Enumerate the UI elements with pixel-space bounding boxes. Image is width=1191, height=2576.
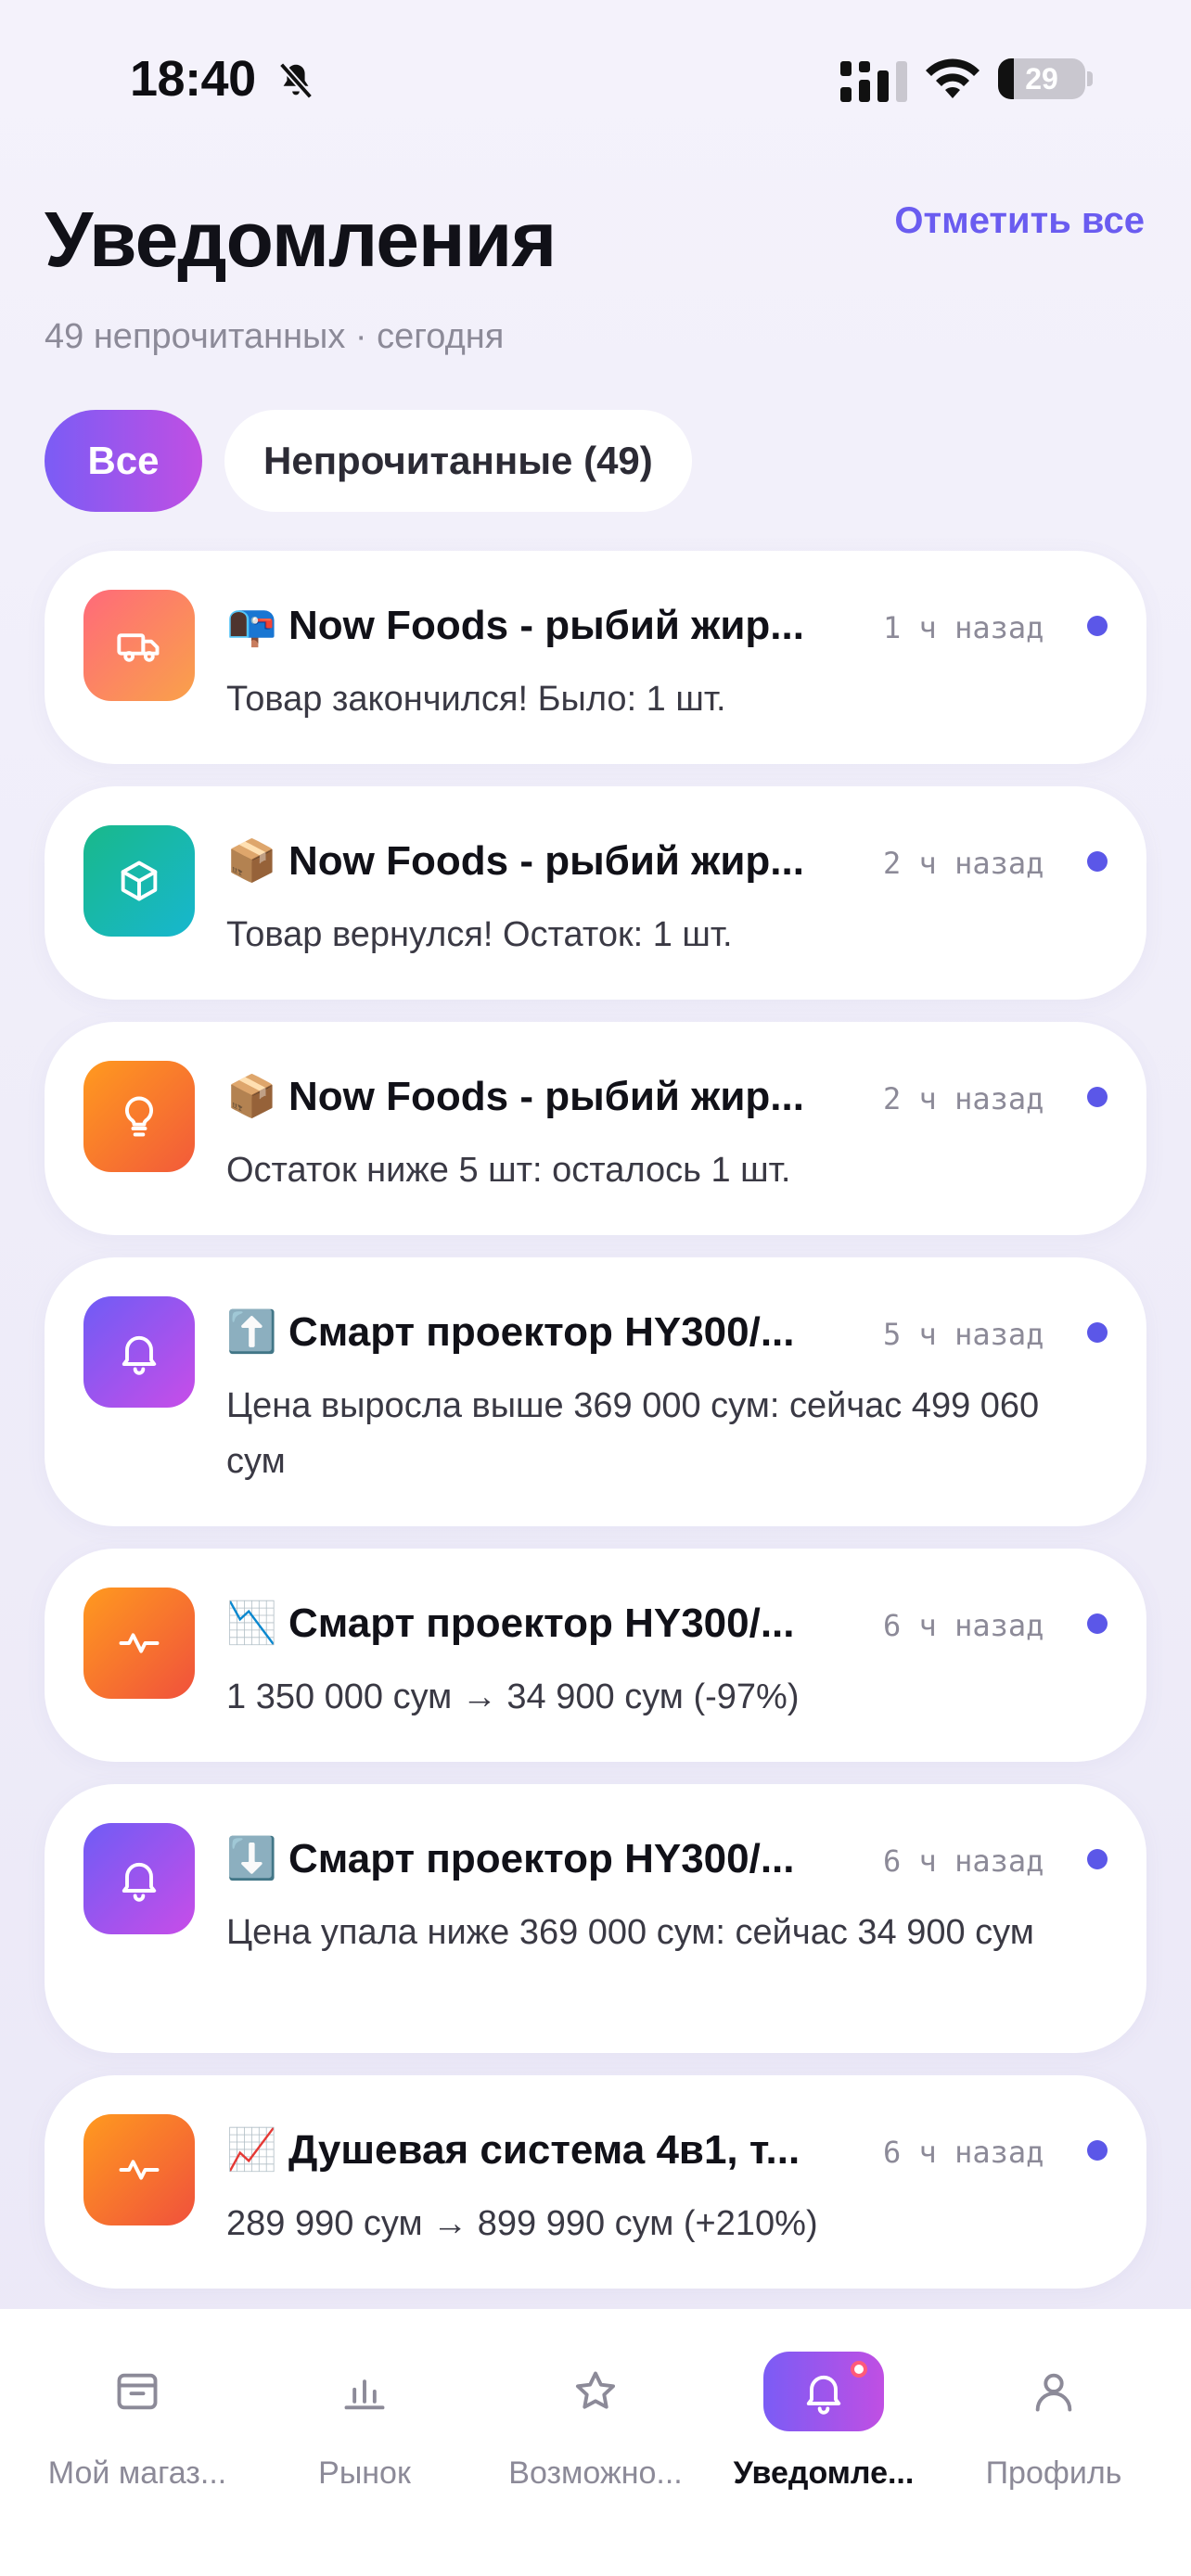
unread-dot [1087,616,1108,636]
nav-tab-profile[interactable]: Профиль [935,2352,1172,2528]
cellular-signal-icon [840,61,907,102]
notification-time: 6 ч назад [883,2135,1044,2170]
notification-card[interactable]: 📈 Душевая система 4в1, т... 6 ч назад 28… [45,2075,1146,2289]
nav-label: Возможно... [508,2455,683,2491]
page-title: Уведомления [45,196,557,283]
notification-time: 2 ч назад [883,1081,1044,1116]
notification-card[interactable]: 📦 Now Foods - рыбий жир... 2 ч назад Тов… [45,786,1146,1000]
notification-title: 📦 Now Foods - рыбий жир... [226,1074,804,1119]
notification-card[interactable]: ⬆️ Смарт проектор HY300/... 5 ч назад Це… [45,1257,1146,1526]
notification-body: Товар закончился! Было: 1 шт. [226,680,726,719]
notification-title: ⬇️ Смарт проектор HY300/... [226,1836,795,1881]
bell-icon [83,1823,195,1934]
notification-body: Цена упала ниже 369 000 сум: сейчас 34 9… [226,1913,1034,1952]
pulse-icon [83,2114,195,2225]
truck-icon [83,590,195,701]
status-bar: 18:40 29 [0,0,1191,158]
notification-time: 6 ч назад [883,1843,1044,1879]
nav-tab-market[interactable]: Рынок [246,2352,483,2528]
nav-label: Профиль [985,2455,1122,2491]
unread-dot [1087,1613,1108,1634]
pulse-icon [83,1588,195,1699]
notification-body: Остаток ниже 5 шт: осталось 1 шт. [226,1151,791,1190]
unread-dot [1087,1087,1108,1107]
nav-tab-my-store[interactable]: Мой магаз... [19,2352,256,2528]
bell-off-icon [278,62,314,99]
notification-title: 📈 Душевая система 4в1, т... [226,2127,800,2173]
notification-card[interactable]: 📉 Смарт проектор HY300/... 6 ч назад 1 3… [45,1549,1146,1762]
unread-dot [1087,2140,1108,2161]
status-time: 18:40 [130,51,256,107]
bell-icon [83,1296,195,1408]
notification-title: 📦 Now Foods - рыбий жир... [226,838,804,884]
nav-tab-opportunities[interactable]: Возможно... [477,2352,714,2528]
lightbulb-icon [83,1061,195,1172]
filter-chips: Все Непрочитанные (49) [45,410,692,512]
notification-body: 289 990 сум → 899 990 сум (+210%) [226,2204,818,2243]
box-icon [83,825,195,937]
notification-time: 6 ч назад [883,1608,1044,1643]
notification-card[interactable]: 📦 Now Foods - рыбий жир... 2 ч назад Ост… [45,1022,1146,1235]
star-icon [535,2352,656,2431]
mark-all-read-button[interactable]: Отметить все [894,200,1145,242]
notification-time: 2 ч назад [883,846,1044,881]
notification-title: ⬆️ Смарт проектор HY300/... [226,1309,795,1355]
wifi-icon [926,58,980,98]
nav-tab-notifications[interactable]: Уведомле... [705,2352,942,2528]
store-icon [77,2352,198,2431]
battery-tip [1087,71,1093,86]
bar-chart-icon [304,2352,425,2431]
unread-count-subtitle: 49 непрочитанных · сегодня [45,317,505,356]
filter-all-chip[interactable]: Все [45,410,202,512]
notification-card[interactable]: ⬇️ Смарт проектор HY300/... 6 ч назад Це… [45,1784,1146,2053]
notification-body: Цена выросла выше 369 000 сум: сейчас 49… [226,1386,1040,1481]
unread-dot [1087,1322,1108,1343]
battery-level: 29 [1025,62,1058,96]
nav-label: Мой магаз... [47,2455,227,2491]
unread-dot [1087,851,1108,872]
nav-label: Рынок [318,2455,411,2491]
person-icon [993,2352,1114,2431]
notification-title: 📭 Now Foods - рыбий жир... [226,603,804,648]
filter-unread-chip[interactable]: Непрочитанные (49) [224,410,692,512]
notification-card[interactable]: 📭 Now Foods - рыбий жир... 1 ч назад Тов… [45,551,1146,764]
notification-time: 1 ч назад [883,610,1044,645]
notification-badge [851,2361,867,2378]
notification-body: Товар вернулся! Остаток: 1 шт. [226,915,733,954]
notification-time: 5 ч назад [883,1317,1044,1352]
notification-title: 📉 Смарт проектор HY300/... [226,1600,795,1646]
battery-icon: 29 [998,58,1085,99]
bottom-nav: Мой магаз... Рынок Возможно... Уведомле.… [0,2309,1191,2576]
nav-label: Уведомле... [733,2455,915,2491]
unread-dot [1087,1849,1108,1869]
bell-icon [763,2352,884,2431]
notification-body: 1 350 000 сум → 34 900 сум (-97%) [226,1677,800,1716]
